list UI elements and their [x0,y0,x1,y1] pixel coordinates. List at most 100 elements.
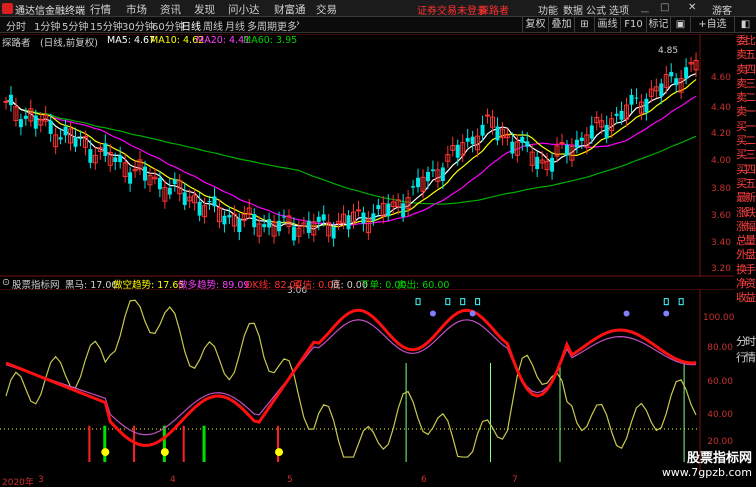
menu-wenxiaoda[interactable]: 问小达 [228,2,260,17]
side-tab[interactable]: 卖二 [734,91,756,105]
btn-huaxian[interactable]: 画线 [594,17,620,32]
candle-body [23,115,28,119]
candle-body [128,172,133,184]
side-tab[interactable]: 买三 [734,148,756,162]
menu-shichang[interactable]: 市场 [126,2,147,17]
date-tick: 4 [170,475,176,485]
side-tab[interactable]: 净资 [734,277,756,291]
side-tab[interactable]: 委比 [734,34,756,48]
period-15min[interactable]: 15分钟 [90,18,123,33]
side-tab[interactable]: 涨幅 [734,220,756,234]
smile-icon [160,448,169,457]
side-tab[interactable]: 最新 [734,191,756,205]
indicator-toggle-icon[interactable]: ⊙ [2,277,10,288]
top-flag-icon [663,298,669,306]
app-logo-icon [2,3,13,14]
candle-body [674,78,679,86]
side-tab[interactable]: 买五 [734,177,756,191]
period-30min[interactable]: 30分钟 [122,18,155,33]
candle-body [386,203,391,217]
period-5min[interactable]: 5分钟 [62,18,88,33]
side-tab[interactable]: 卖五 [734,48,756,62]
candle-body [33,115,38,129]
period-1min[interactable]: 1分钟 [34,18,60,33]
more-arrow-icon[interactable]: › [296,18,300,29]
candle-body [604,124,609,139]
buy-bar [162,425,166,462]
side-tab[interactable]: 涨跌 [734,206,756,220]
indicator-chart[interactable] [0,289,734,474]
side-tab[interactable]: 收益 [734,291,756,305]
side-tab[interactable]: 卖四 [734,63,756,77]
period-month[interactable]: 月线 [225,18,245,33]
menu-youke[interactable]: 游客 [712,2,732,17]
side-tab[interactable]: 行情 [734,350,756,366]
title-menu-bar: 通达信金融终端 行情 市场 资讯 发现 问小达 财富通 交易 证券交易未登录 探… [0,0,756,17]
side-tab[interactable]: 买四 [734,163,756,177]
btn-diejia[interactable]: 叠加 [548,17,574,32]
watermark-title: 股票指标网 [686,451,752,466]
top-flag-icon [460,298,466,306]
menu-gongneng[interactable]: 功能 [538,2,558,17]
btn-fuquan[interactable]: 复权 [522,17,548,32]
candle-body [480,124,485,136]
side-tab[interactable]: 买一 [734,120,756,134]
side-tab[interactable]: 买二 [734,134,756,148]
app-title: 通达信金融终端 [15,6,85,17]
price-tick: 3.40 [710,238,731,248]
menu-hangqing[interactable]: 行情 [90,2,111,17]
candle-body [579,137,584,141]
candle-body [589,125,594,139]
ma10-line [5,79,697,228]
close-icon[interactable]: ✕ [688,2,696,13]
high-price-label: 4.85 [658,46,679,56]
expand-icon[interactable]: ⊞ [574,17,594,32]
login-notice[interactable]: 证券交易未登录 [417,2,487,17]
menu-gongshi[interactable]: 公式 [586,2,606,17]
side-tab[interactable]: 总量 [734,234,756,248]
candle-body [510,141,515,154]
side-tab[interactable]: 卖三 [734,77,756,91]
menu-zixun[interactable]: 资讯 [160,2,181,17]
candle-body [465,137,470,142]
candle-body [282,216,286,218]
minimize-icon[interactable]: ▁ [641,2,649,13]
menu-shuju[interactable]: 数据 [563,2,583,17]
candlestick-chart[interactable] [0,34,734,277]
candle-body [346,215,351,230]
period-week[interactable]: 周线 [203,18,223,33]
panel-toggle-icon[interactable]: ◧ [734,17,756,32]
candle-body [684,67,689,79]
candle-body [262,224,267,228]
btn-add-favorite[interactable]: +自选 [690,17,734,32]
side-tab[interactable]: 卖一 [734,105,756,119]
btn-f10[interactable]: F10 [620,17,646,32]
side-tab[interactable]: 外盘 [734,248,756,262]
buy-bar [202,425,206,462]
period-day[interactable]: 日线 [181,18,201,33]
side-tab[interactable]: 分时 [734,334,756,350]
menu-faxian[interactable]: 发现 [194,2,215,17]
period-60min[interactable]: 60分钟 [152,18,185,33]
period-more[interactable]: 更多 [277,18,297,33]
period-fenshi[interactable]: 分时 [6,18,26,33]
price-tick: 4.60 [710,73,731,83]
candle-body [237,218,242,233]
watermark-url: www.7gpzb.com [661,466,752,479]
maximize-icon[interactable]: □ [660,2,669,13]
lock-icon[interactable]: ▣ [670,17,690,32]
menu-xuanxiang[interactable]: 选项 [609,2,629,17]
signal-bar [88,425,91,462]
candle-body [157,177,162,190]
top-marker-icon [623,310,630,317]
menu-caifutong[interactable]: 财富通 [274,2,306,17]
side-tab[interactable]: 换手 [734,263,756,277]
date-tick: 5 [287,475,293,485]
period-multi[interactable]: 多周期 [247,18,277,33]
menu-jiaoyi[interactable]: 交易 [316,2,337,17]
sub-tick: 100.00 [703,313,735,323]
signal-bar [182,425,185,462]
btn-biaoji[interactable]: 标记 [646,17,670,32]
candle-body [355,209,361,212]
candle-body [614,113,619,116]
